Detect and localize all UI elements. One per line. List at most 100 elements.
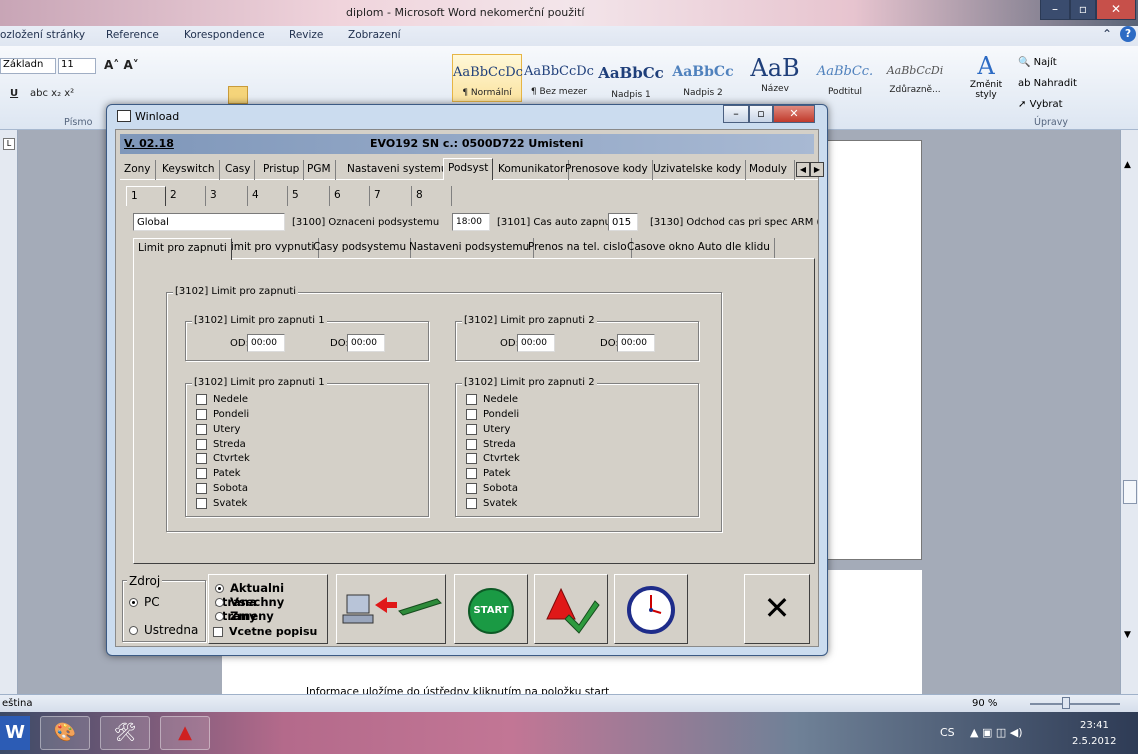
subtab-nastaveni-podsystemu[interactable]: Nastaveni podsystemu	[405, 238, 535, 258]
subtab-limit-zapnuti[interactable]: Limit pro zapnuti	[133, 238, 232, 260]
subtab-casy-podsystemu[interactable]: Casy podsystemu	[309, 238, 412, 258]
style-no-spacing[interactable]: AaBbCcDc ¶ Bez mezer	[524, 54, 594, 102]
tab-correspondence[interactable]: Korespondence	[184, 29, 265, 41]
tab-zony[interactable]: Zony	[120, 160, 156, 180]
zoom-slider[interactable]	[1030, 703, 1120, 705]
align-left-icon[interactable]	[228, 86, 248, 104]
window2-day-checkbox[interactable]: Pondeli	[466, 409, 519, 423]
help-icon[interactable]: ?	[1120, 26, 1136, 42]
replace-button[interactable]: ab Nahradit	[1018, 73, 1077, 94]
source-ustredna-radio[interactable]: Ustredna	[129, 623, 198, 637]
window2-day-checkbox[interactable]: Nedele	[466, 394, 518, 408]
subtab-limit-vypnuti[interactable]: Limit pro vypnuti	[221, 238, 320, 258]
select-button[interactable]: ➚ Vybrat	[1018, 94, 1077, 115]
tool-taskbar-icon[interactable]: 🛠	[100, 716, 150, 750]
word-taskbar-icon[interactable]: W	[0, 716, 30, 750]
close-winload-button[interactable]: ✕	[744, 574, 810, 644]
paint-taskbar-icon[interactable]: 🎨	[40, 716, 90, 750]
partition-name-input[interactable]: Global	[133, 213, 285, 231]
window2-day-checkbox[interactable]: Ctvrtek	[466, 453, 520, 467]
font-size-box[interactable]: 11	[58, 58, 96, 74]
include-desc-checkbox[interactable]: Vcetne popisu	[213, 625, 317, 638]
window1-od-input[interactable]: 00:00	[247, 334, 285, 352]
scope-changes-radio[interactable]: Zmeny	[215, 609, 274, 623]
style-heading1[interactable]: AaBbCc Nadpis 1	[596, 54, 666, 102]
partition-tab-6[interactable]: 6	[330, 186, 370, 206]
partition-tab-3[interactable]: 3	[206, 186, 248, 206]
winload-close-button[interactable]: ✕	[773, 105, 815, 123]
scroll-up-icon[interactable]: ▲	[1124, 160, 1136, 174]
style-emphasis[interactable]: AaBbCcDi Zdůrazně...	[880, 54, 950, 102]
tab-casy[interactable]: Casy	[221, 160, 256, 180]
tab-scroll-left-icon[interactable]: ◀	[796, 162, 810, 177]
strikethrough-icon[interactable]: abc x₂ x²	[30, 88, 74, 99]
auto-arm-time-input[interactable]: 18:00	[452, 213, 490, 231]
scroll-down-icon[interactable]: ▼	[1124, 630, 1136, 644]
maximize-button[interactable]: ▫	[1070, 0, 1096, 20]
tab-pgm[interactable]: PGM	[303, 160, 336, 180]
tab-moduly[interactable]: Moduly	[745, 160, 795, 180]
window2-od-input[interactable]: 00:00	[517, 334, 555, 352]
winload-taskbar-icon[interactable]: ▲	[160, 716, 210, 750]
tab-view[interactable]: Zobrazení	[348, 29, 401, 41]
tab-reference[interactable]: Reference	[106, 29, 159, 41]
tab-layout[interactable]: ozložení stránky	[0, 29, 85, 41]
minimize-button[interactable]: –	[1040, 0, 1070, 20]
window2-do-input[interactable]: 00:00	[617, 334, 655, 352]
input-language[interactable]: CS	[940, 726, 955, 739]
style-title[interactable]: AaB Název	[740, 54, 810, 102]
subtab-casove-okno[interactable]: Casove okno Auto dle klidu	[623, 238, 775, 258]
tab-komunikator[interactable]: Komunikator	[494, 160, 570, 180]
window1-day-checkbox[interactable]: Streda	[196, 439, 246, 453]
window2-day-checkbox[interactable]: Sobota	[466, 483, 518, 497]
tab-pristup[interactable]: Pristup	[259, 160, 305, 180]
window1-do-input[interactable]: 00:00	[347, 334, 385, 352]
underline-icon[interactable]: U	[10, 88, 18, 99]
tab-podsyst[interactable]: Podsyst	[443, 158, 494, 180]
subtab-prenos-tel[interactable]: Prenos na tel. cislo	[524, 238, 632, 258]
ribbon-collapse-icon[interactable]: ⌃	[1102, 27, 1112, 41]
zoom-slider-thumb[interactable]	[1062, 697, 1070, 709]
font-name-box[interactable]: Základn	[0, 58, 56, 74]
close-button[interactable]: ✕	[1096, 0, 1136, 20]
source-pc-radio[interactable]: PC	[129, 595, 160, 609]
exit-delay-input[interactable]: 015	[608, 213, 638, 231]
partition-tab-5[interactable]: 5	[288, 186, 330, 206]
partition-tab-7[interactable]: 7	[370, 186, 412, 206]
paradox-button[interactable]	[534, 574, 608, 644]
window1-day-checkbox[interactable]: Nedele	[196, 394, 248, 408]
window1-day-checkbox[interactable]: Sobota	[196, 483, 248, 497]
style-normal[interactable]: AaBbCcDc ¶ Normální	[452, 54, 523, 102]
winload-maximize-button[interactable]: ▫	[749, 105, 773, 123]
vertical-scrollbar[interactable]: ▲ ▼	[1120, 130, 1138, 694]
partition-tab-2[interactable]: 2	[166, 186, 206, 206]
language-status[interactable]: eština	[2, 698, 33, 709]
window1-day-checkbox[interactable]: Patek	[196, 468, 241, 482]
window1-day-checkbox[interactable]: Ctvrtek	[196, 453, 250, 467]
find-button[interactable]: 🔍 Najít	[1018, 52, 1077, 73]
tab-nastaveni-systemu[interactable]: Nastaveni systemu	[343, 160, 453, 180]
window2-day-checkbox[interactable]: Svatek	[466, 498, 517, 512]
version-label[interactable]: V. 02.18	[124, 137, 174, 150]
start-button[interactable]: START	[454, 574, 528, 644]
clock-time[interactable]: 23:41	[1080, 720, 1109, 731]
winload-minimize-button[interactable]: –	[723, 105, 749, 123]
style-heading2[interactable]: AaBbCc Nadpis 2	[668, 54, 738, 102]
partition-tab-4[interactable]: 4	[248, 186, 288, 206]
window1-day-checkbox[interactable]: Pondeli	[196, 409, 249, 423]
grow-font-icon[interactable]: A˄ A˅	[104, 58, 139, 72]
scroll-thumb[interactable]	[1123, 480, 1137, 504]
tab-prenosove-kody[interactable]: Prenosove kody	[561, 160, 653, 180]
clock-date[interactable]: 2.5.2012	[1072, 736, 1117, 747]
change-styles-button[interactable]: A Změnit styly	[966, 52, 1006, 112]
clock-button[interactable]	[614, 574, 688, 644]
tab-uzivatelske-kody[interactable]: Uzivatelske kody	[649, 160, 747, 180]
window1-day-checkbox[interactable]: Utery	[196, 424, 240, 438]
tab-keyswitch[interactable]: Keyswitch	[158, 160, 220, 180]
tab-selector-icon[interactable]: L	[3, 138, 15, 150]
tab-scroll-right-icon[interactable]: ▶	[810, 162, 824, 177]
window2-day-checkbox[interactable]: Utery	[466, 424, 510, 438]
winload-titlebar[interactable]: Winload – ▫ ✕	[107, 105, 827, 127]
tab-review[interactable]: Revize	[289, 29, 323, 41]
partition-tab-8[interactable]: 8	[412, 186, 452, 206]
